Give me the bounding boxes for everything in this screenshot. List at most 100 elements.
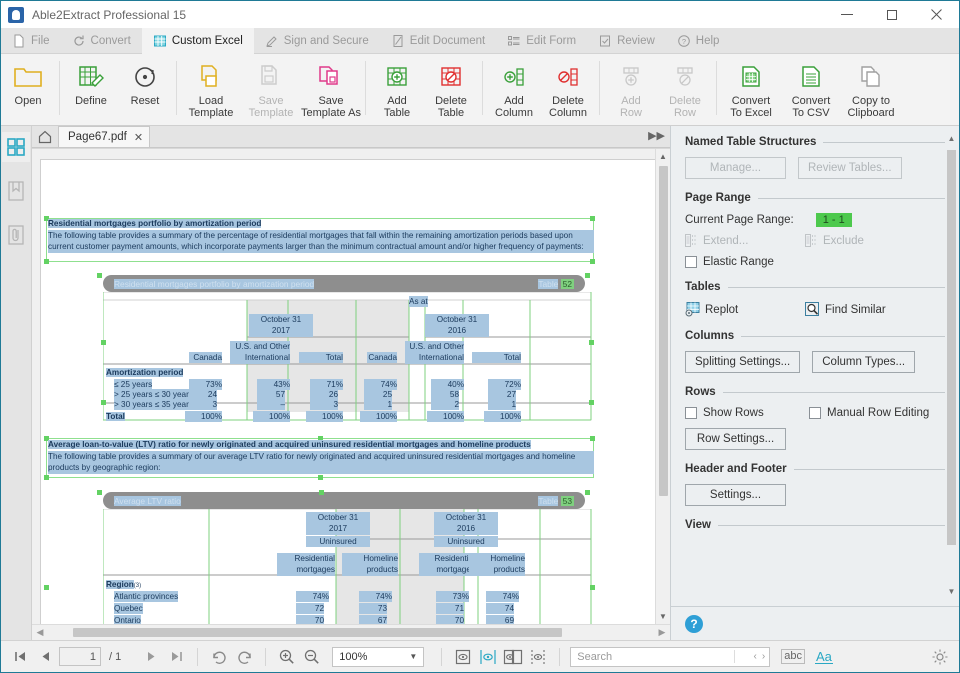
selection-handle[interactable] [318,475,323,480]
elastic-range-checkbox[interactable] [685,256,697,268]
vertical-scroll-thumb[interactable] [659,166,668,496]
selection-handle[interactable] [585,273,590,278]
search-next-button[interactable]: › [762,651,765,662]
selection-handle[interactable] [44,259,49,264]
manual-row-editing-checkbox[interactable] [809,407,821,419]
home-tab-button[interactable] [32,126,58,147]
show-rows-checkbox[interactable] [685,407,697,419]
scroll-right-arrow[interactable]: ▶ [654,627,670,638]
selection-handle[interactable] [585,490,590,495]
view-continuous-button[interactable] [477,646,499,668]
brightness-button[interactable] [929,646,951,668]
selection-handle[interactable] [101,340,106,345]
splitting-settings-button[interactable]: Splitting Settings... [685,351,800,373]
panel-footer: ? [671,606,959,640]
tab-edit-document[interactable]: Edit Document [380,28,496,53]
zoom-out-button[interactable] [301,646,323,668]
collapse-panel-button[interactable]: ▶▶ [648,129,665,142]
selection-handle[interactable] [44,475,49,480]
header-footer-settings-button[interactable]: Settings... [685,484,786,506]
horizontal-scroll-thumb[interactable] [73,628,562,637]
last-page-button[interactable] [165,646,187,668]
selection-handle[interactable] [44,585,49,590]
tab-edit-form[interactable]: Edit Form [496,28,587,53]
tab-custom-excel[interactable]: Custom Excel [142,28,254,54]
section-rows: Rows [685,386,945,398]
maximize-button[interactable] [869,1,914,28]
selection-handle[interactable] [97,273,102,278]
close-tab-icon[interactable]: ✕ [134,131,143,144]
convert-to-excel-label: Convert To Excel [730,95,772,119]
tab-file[interactable]: File [1,28,61,53]
separator [59,61,60,115]
scroll-left-arrow[interactable]: ◀ [32,627,48,638]
delete-table-button[interactable]: Delete Table [424,57,478,119]
first-page-button[interactable] [9,646,31,668]
match-case-button[interactable]: abc [781,649,805,664]
zoom-level-select[interactable]: 100% ▼ [332,647,424,667]
scroll-up-arrow[interactable]: ▲ [656,149,671,164]
selection-handle[interactable] [319,490,324,495]
document-horizontal-scrollbar[interactable]: ◀ ▶ [32,624,670,640]
selection-handle[interactable] [589,400,594,405]
reset-button[interactable]: Reset [118,57,172,107]
document-tab-page67[interactable]: Page67.pdf ✕ [58,126,150,147]
font-settings-button[interactable]: Aa [815,650,833,664]
section-view: View [685,519,945,531]
horizontal-scroll-track[interactable] [49,628,653,637]
view-single-page-button[interactable] [452,646,474,668]
search-input[interactable]: Search ‹ › [570,647,770,667]
page-number-input[interactable]: 1 [59,647,101,666]
tab-convert[interactable]: Convert [61,28,142,53]
rail-attachments-button[interactable] [2,220,30,250]
add-column-button[interactable]: Add Column [487,57,541,119]
column-types-button[interactable]: Column Types... [812,351,915,373]
separator [599,61,600,115]
selection-handle[interactable] [101,400,106,405]
help-button[interactable]: ? [685,615,703,633]
next-page-button[interactable] [140,646,162,668]
rotate-counterclockwise-button[interactable] [233,646,255,668]
panel-scroll-up-arrow[interactable]: ▲ [946,134,957,147]
selection-handle[interactable] [590,585,595,590]
minimize-button[interactable] [824,1,869,28]
view-facing-pages-button[interactable] [502,646,524,668]
selection-handle[interactable] [590,216,595,221]
convert-to-csv-button[interactable]: Convert To CSV [781,57,841,119]
replot-button[interactable]: Replot [685,302,805,317]
prev-page-button[interactable] [34,646,56,668]
define-button[interactable]: Define [64,57,118,107]
elastic-range-row[interactable]: Elastic Range [685,256,945,268]
load-template-icon [197,62,225,92]
selection-handle[interactable] [590,259,595,264]
delete-column-button[interactable]: Delete Column [541,57,595,119]
add-table-button[interactable]: Add Table [370,57,424,119]
convert-to-excel-button[interactable]: Convert To Excel [721,57,781,119]
search-prev-button[interactable]: ‹ [754,651,757,662]
view-split-button[interactable] [527,646,549,668]
selection-handle[interactable] [97,490,102,495]
selection-handle[interactable] [590,436,595,441]
save-template-as-button[interactable]: Save Template As [301,57,361,119]
close-button[interactable] [914,1,959,28]
panel-scroll-down-arrow[interactable]: ▼ [946,587,957,600]
rotate-clockwise-button[interactable] [208,646,230,668]
panel-scroll-thumb[interactable] [947,150,956,545]
tab-review[interactable]: Review [587,28,666,53]
selection-handle[interactable] [589,340,594,345]
load-template-button[interactable]: Load Template [181,57,241,119]
rail-bookmarks-button[interactable] [2,176,30,206]
document-vertical-scrollbar[interactable]: ▲ ▼ [655,149,670,624]
manual-row-editing-row[interactable]: Manual Row Editing [809,407,929,419]
tab-help[interactable]: ? Help [666,28,731,53]
copy-to-clipboard-button[interactable]: Copy to Clipboard [841,57,901,119]
tab-sign-and-secure[interactable]: Sign and Secure [254,28,380,53]
panel-vertical-scrollbar[interactable]: ▲ ▼ [946,134,957,600]
scroll-down-arrow[interactable]: ▼ [656,609,671,624]
find-similar-button[interactable]: Find Similar [805,302,925,317]
zoom-in-button[interactable] [276,646,298,668]
open-button[interactable]: Open [1,57,55,107]
rail-thumbnails-button[interactable] [2,132,30,162]
row-settings-button[interactable]: Row Settings... [685,428,786,450]
show-rows-row[interactable]: Show Rows [685,407,809,419]
